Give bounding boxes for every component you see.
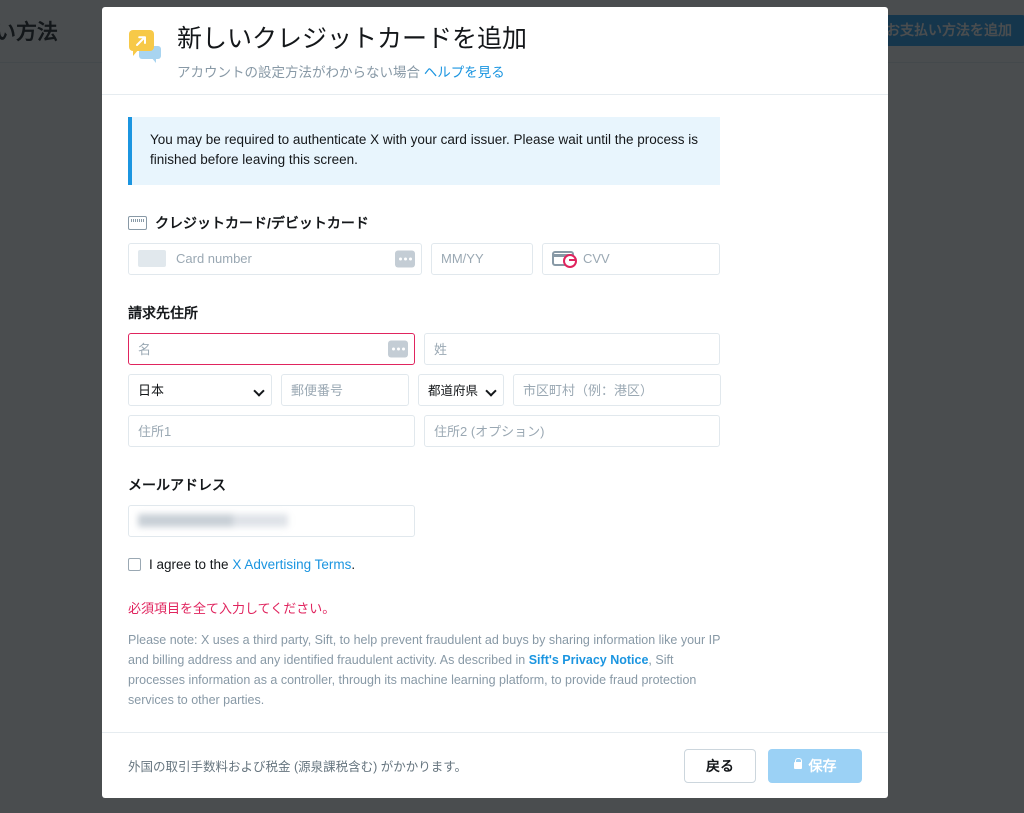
modal-header-text: 新しいクレジットカードを追加 アカウントの設定方法がわからない場合 ヘルプを見る bbox=[177, 24, 527, 81]
card-cvv-input[interactable]: CVV bbox=[542, 242, 720, 275]
prefecture-value: 都道府県 bbox=[428, 384, 479, 398]
credit-card-icon bbox=[128, 215, 147, 230]
card-number-placeholder: Card number bbox=[176, 251, 252, 266]
advertising-terms-link[interactable]: X Advertising Terms bbox=[232, 557, 351, 572]
prefecture-select-wrapper: 都道府県 bbox=[418, 373, 504, 406]
postal-code-placeholder: 郵便番号 bbox=[291, 383, 344, 398]
prefecture-select[interactable]: 都道府県 bbox=[418, 373, 504, 406]
lock-icon bbox=[793, 758, 802, 769]
modal-subtitle: アカウントの設定方法がわからない場合 ヘルプを見る bbox=[177, 61, 527, 81]
cvv-card-icon bbox=[552, 251, 577, 268]
credit-card-section-title: クレジットカード/デビットカード bbox=[155, 214, 369, 231]
email-section-title: メールアドレス bbox=[128, 476, 226, 493]
email-value-redacted bbox=[138, 514, 288, 527]
card-fields-row: Card number MM/YY CVV bbox=[128, 242, 862, 275]
billing-location-row: 日本 郵便番号 都道府県 市区町村（例：港区） bbox=[128, 373, 862, 406]
autofill-dots-icon[interactable] bbox=[388, 340, 408, 357]
first-name-input[interactable]: 名 bbox=[128, 332, 415, 365]
legal-disclaimer: Please note: X uses a third party, Sift,… bbox=[128, 630, 728, 711]
country-select-wrapper: 日本 bbox=[128, 373, 272, 406]
credit-card-section-header: クレジットカード/デビットカード bbox=[128, 213, 862, 233]
modal-subtitle-text: アカウントの設定方法がわからない場合 bbox=[177, 65, 420, 80]
card-expiry-input[interactable]: MM/YY bbox=[431, 242, 533, 275]
footer-buttons: 戻る 保存 bbox=[684, 748, 862, 783]
address1-placeholder: 住所1 bbox=[138, 424, 172, 439]
save-button[interactable]: 保存 bbox=[768, 748, 862, 783]
last-name-input[interactable]: 姓 bbox=[424, 332, 720, 365]
card-cvv-placeholder: CVV bbox=[583, 251, 610, 266]
terms-text-after: . bbox=[351, 556, 356, 572]
country-value: 日本 bbox=[138, 383, 165, 398]
arrow-up-right-icon bbox=[136, 36, 146, 46]
email-input[interactable] bbox=[128, 504, 415, 537]
save-button-label: 保存 bbox=[808, 757, 837, 774]
address1-input[interactable]: 住所1 bbox=[128, 414, 415, 447]
sift-privacy-notice-link[interactable]: Sift's Privacy Notice bbox=[529, 653, 649, 667]
country-select[interactable]: 日本 bbox=[128, 373, 272, 406]
card-number-input[interactable]: Card number bbox=[128, 242, 422, 275]
add-credit-card-modal: 新しいクレジットカードを追加 アカウントの設定方法がわからない場合 ヘルプを見る… bbox=[102, 7, 888, 798]
terms-agreement-row: I agree to the X Advertising Terms . bbox=[128, 557, 862, 572]
postal-code-input[interactable]: 郵便番号 bbox=[281, 373, 409, 406]
first-name-placeholder: 名 bbox=[138, 342, 152, 357]
address2-input[interactable]: 住所2 (オプション) bbox=[424, 414, 720, 447]
terms-text-before: I agree to the bbox=[149, 556, 229, 572]
modal-body: You may be required to authenticate X wi… bbox=[102, 95, 888, 732]
billing-street-row: 住所1 住所2 (オプション) bbox=[128, 414, 862, 447]
modal-header: 新しいクレジットカードを追加 アカウントの設定方法がわからない場合 ヘルプを見る bbox=[102, 7, 888, 95]
speech-bubble-arrow-icon bbox=[128, 29, 162, 63]
autofill-dots-icon[interactable] bbox=[395, 250, 415, 267]
last-name-placeholder: 姓 bbox=[434, 342, 448, 357]
validation-error-message: 必須項目を全て入力してください。 bbox=[128, 600, 336, 616]
authentication-info-banner: You may be required to authenticate X wi… bbox=[128, 117, 720, 185]
city-placeholder: 市区町村（例：港区） bbox=[523, 383, 654, 398]
modal-title: 新しいクレジットカードを追加 bbox=[177, 25, 528, 53]
terms-checkbox[interactable] bbox=[128, 557, 141, 571]
footer-fee-note: 外国の取引手数料および税金 (源泉課税含む) がかかります。 bbox=[128, 760, 468, 774]
address2-placeholder: 住所2 (オプション) bbox=[434, 424, 545, 439]
modal-footer: 外国の取引手数料および税金 (源泉課税含む) がかかります。 戻る 保存 bbox=[102, 732, 888, 798]
back-button[interactable]: 戻る bbox=[684, 748, 756, 783]
card-expiry-placeholder: MM/YY bbox=[441, 251, 484, 266]
billing-address-section-title: 請求先住所 bbox=[128, 304, 198, 321]
billing-name-row: 名 姓 bbox=[128, 332, 862, 365]
card-brand-placeholder-icon bbox=[138, 250, 166, 267]
help-link[interactable]: ヘルプを見る bbox=[424, 65, 505, 80]
city-input[interactable]: 市区町村（例：港区） bbox=[513, 373, 721, 406]
